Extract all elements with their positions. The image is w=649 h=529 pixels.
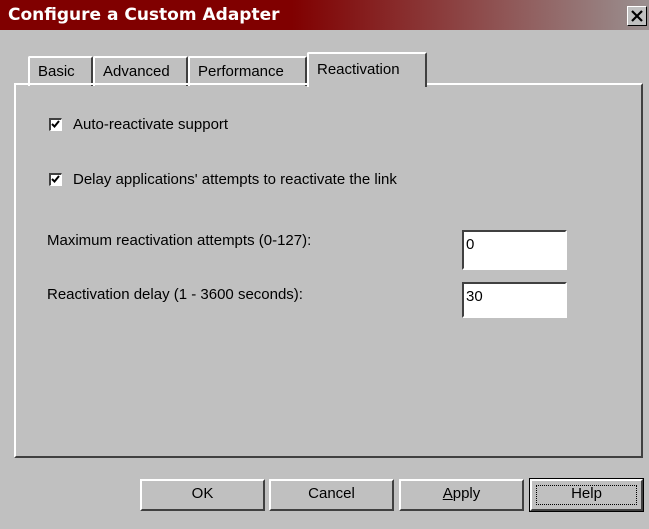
tab-reactivation[interactable]: Reactivation — [307, 52, 427, 87]
title-bar: Configure a Custom Adapter — [0, 0, 649, 30]
tab-basic[interactable]: Basic — [28, 56, 93, 86]
close-icon — [631, 10, 643, 22]
delay-applications-option[interactable]: Delay applications' attempts to reactiva… — [49, 171, 397, 188]
cancel-button-label: Cancel — [308, 485, 355, 502]
delay-applications-checkbox[interactable] — [49, 173, 62, 186]
tab-performance-label: Performance — [198, 63, 284, 80]
auto-reactivate-option[interactable]: Auto-reactivate support — [49, 116, 228, 133]
ok-button[interactable]: OK — [140, 479, 265, 511]
auto-reactivate-checkbox[interactable] — [49, 118, 62, 131]
tab-advanced[interactable]: Advanced — [93, 56, 188, 86]
focus-rectangle — [536, 485, 637, 505]
cancel-button[interactable]: Cancel — [269, 479, 394, 511]
apply-mnemonic: A — [442, 485, 453, 502]
window-title: Configure a Custom Adapter — [8, 5, 280, 25]
tab-reactivation-label: Reactivation — [317, 61, 400, 78]
auto-reactivate-label: Auto-reactivate support — [73, 116, 229, 133]
tab-performance[interactable]: Performance — [188, 56, 307, 86]
help-button[interactable]: Help — [529, 478, 644, 512]
checkmark-icon — [51, 120, 60, 128]
checkmark-icon — [51, 175, 60, 183]
delay-applications-label: Delay applications' attempts to reactiva… — [73, 171, 397, 188]
reactivation-panel — [14, 83, 643, 458]
apply-button[interactable]: Apply — [399, 479, 524, 511]
reactivation-delay-field[interactable]: 30 — [462, 282, 567, 318]
reactivation-delay-label: Reactivation delay (1 - 3600 seconds): — [47, 286, 303, 303]
ok-button-label: OK — [191, 485, 214, 502]
apply-label-rest: pply — [452, 485, 481, 502]
max-attempts-label: Maximum reactivation attempts (0-127): — [47, 232, 312, 249]
max-attempts-field[interactable]: 0 — [462, 230, 567, 270]
tab-advanced-label: Advanced — [103, 63, 170, 80]
apply-button-label: Apply — [443, 485, 481, 502]
tab-basic-label: Basic — [38, 63, 75, 80]
close-button[interactable] — [627, 6, 647, 26]
